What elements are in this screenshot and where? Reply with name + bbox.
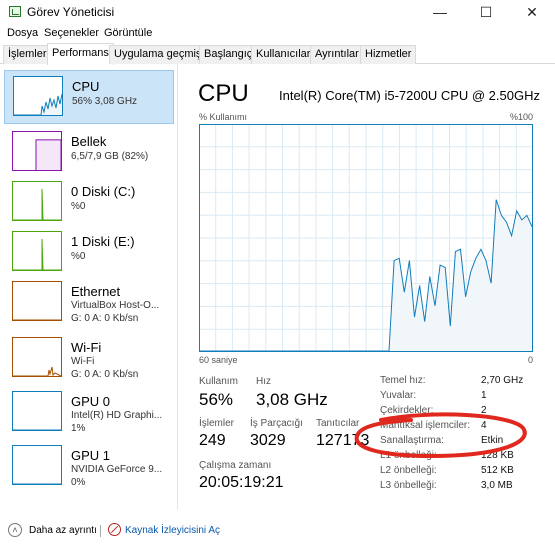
sidebar-item-cpu[interactable]: CPU 56% 3,08 GHz (4, 70, 174, 124)
sidebar-thumbnail-disk-c (12, 181, 62, 221)
sidebar-item-sub2: G: 0 A: 0 Kb/sn (71, 369, 139, 380)
info-value-l2-cache: 512 KB (481, 465, 514, 476)
uptime-value: 20:05:19:21 (199, 474, 284, 491)
panel-divider (177, 64, 178, 510)
minimize-button[interactable]: — (417, 0, 463, 24)
sidebar-item-sub: Intel(R) HD Graphi... (71, 410, 163, 421)
tab-startup[interactable]: Başlangıç (199, 45, 258, 64)
sidebar-thumbnail-ethernet (12, 281, 62, 321)
sidebar-item-gpu1[interactable]: GPU 1 NVIDIA GeForce 9... 0% (4, 440, 174, 494)
sidebar-item-wifi[interactable]: Wi-Fi Wi-Fi G: 0 A: 0 Kb/sn (4, 332, 174, 386)
sidebar-thumbnail-gpu0 (12, 391, 62, 431)
threads-value: 3029 (250, 432, 286, 449)
thumbnail-level (35, 139, 62, 171)
tab-services[interactable]: Hizmetler (360, 45, 417, 64)
sidebar-item-title: 1 Diski (E:) (71, 234, 135, 249)
tab-processes[interactable]: İşlemler (3, 45, 52, 64)
sidebar-item-sub2: 1% (71, 423, 86, 434)
sidebar-item-title: 0 Diski (C:) (71, 184, 136, 199)
sidebar-thumbnail-gpu1 (12, 445, 62, 485)
footer-bar: ˄ Daha az ayrıntı Kaynak İzleyicisini Aç (0, 518, 555, 544)
menu-bar: Dosya Seçenekler Görüntüle (0, 24, 555, 42)
thumbnail-frame (12, 445, 62, 485)
speed-value: 3,08 GHz (256, 390, 328, 409)
x-axis-right-label: 0 (528, 355, 534, 365)
processes-value: 249 (199, 432, 226, 449)
thumbnail-frame (12, 231, 62, 271)
cpu-model-name: Intel(R) Core(TM) i5-7200U CPU @ 2.50GHz (279, 88, 540, 103)
sidebar-item-sub: NVIDIA GeForce 9... (71, 464, 163, 475)
info-value-base-speed: 2,70 GHz (481, 375, 524, 386)
menu-view[interactable]: Görüntüle (104, 27, 152, 39)
tab-users[interactable]: Kullanıcılar (251, 45, 316, 64)
info-value-sockets: 1 (481, 390, 487, 401)
sidebar-item-sub2: 0% (71, 477, 86, 488)
sidebar-item-sub: %0 (71, 201, 86, 212)
speed-label: Hız (256, 376, 271, 387)
resource-monitor-icon (108, 523, 121, 536)
title-bar: Görev Yöneticisi — ☐ ✕ (0, 0, 555, 24)
menu-options[interactable]: Seçenekler (44, 27, 99, 39)
tab-app-history[interactable]: Uygulama geçmişi (109, 45, 209, 64)
sidebar-item-sub: %0 (71, 251, 86, 262)
menu-file[interactable]: Dosya (7, 27, 38, 39)
maximize-button[interactable]: ☐ (463, 0, 509, 24)
info-key-base-speed: Temel hız: (380, 375, 426, 386)
usage-label: Kullanım (199, 376, 238, 387)
y-axis-max-label: %100 (510, 112, 534, 122)
sidebar-item-sub2: G: 0 A: 0 Kb/sn (71, 313, 139, 324)
sidebar-thumbnail-disk-e (12, 231, 62, 271)
task-manager-icon (9, 6, 21, 17)
sidebar-item-sub: Wi-Fi (71, 356, 95, 367)
sidebar-thumbnail-memory (12, 131, 62, 171)
info-key-l2-cache: L2 önbelleği: (380, 465, 437, 476)
tab-performance[interactable]: Performans (47, 43, 114, 65)
usage-value: 56% (199, 390, 234, 409)
info-key-sockets: Yuvalar: (380, 390, 417, 401)
footer-separator (100, 525, 101, 537)
page-title: CPU (198, 80, 249, 107)
x-axis-left-label: 60 saniye (199, 355, 238, 365)
sidebar-thumbnail-cpu (13, 76, 63, 116)
sidebar-item-gpu0[interactable]: GPU 0 Intel(R) HD Graphi... 1% (4, 386, 174, 440)
thumbnail-frame (12, 337, 62, 377)
window-title: Görev Yöneticisi (27, 5, 115, 19)
sidebar-item-disk-c[interactable]: 0 Diski (C:) %0 (4, 176, 174, 230)
sidebar-item-title: GPU 0 (71, 394, 111, 409)
tab-details[interactable]: Ayrıntılar (310, 45, 364, 64)
chevron-up-icon[interactable]: ˄ (8, 523, 22, 537)
sidebar-item-sub: VirtualBox Host-O... (71, 300, 160, 311)
threads-label: İş Parçacığı (250, 418, 303, 429)
sidebar-item-memory[interactable]: Bellek 6,5/7,9 GB (82%) (4, 126, 174, 180)
processes-label: İşlemler (199, 418, 235, 429)
sidebar-item-sub: 56% 3,08 GHz (72, 96, 138, 107)
sidebar-item-title: GPU 1 (71, 448, 111, 463)
thumbnail-frame (12, 281, 62, 321)
thumbnail-frame (12, 181, 62, 221)
sidebar-item-title: Bellek (71, 134, 107, 149)
resource-sidebar: CPU 56% 3,08 GHz Bellek 6,5/7,9 GB (82%)… (4, 70, 174, 500)
close-button[interactable]: ✕ (509, 0, 555, 24)
uptime-label: Çalışma zamanı (199, 460, 272, 471)
info-value-l3-cache: 3,0 MB (481, 480, 513, 491)
annotation-ellipse (354, 412, 527, 459)
sidebar-item-title: Ethernet (71, 284, 121, 299)
y-axis-label: % Kullanımı (199, 112, 248, 122)
fewer-details-link[interactable]: Daha az ayrıntı (29, 525, 97, 536)
sidebar-thumbnail-wifi (12, 337, 62, 377)
tab-bar: İşlemler Performans Uygulama geçmişi Baş… (0, 43, 555, 65)
sidebar-item-title: Wi-Fi (71, 340, 102, 355)
open-resource-monitor-link[interactable]: Kaynak İzleyicisini Aç (125, 525, 220, 536)
thumbnail-frame (12, 391, 62, 431)
sidebar-item-ethernet[interactable]: Ethernet VirtualBox Host-O... G: 0 A: 0 … (4, 276, 174, 330)
sidebar-item-title: CPU (72, 79, 100, 94)
info-key-l3-cache: L3 önbelleği: (380, 480, 437, 491)
sidebar-item-disk-e[interactable]: 1 Diski (E:) %0 (4, 226, 174, 280)
sidebar-item-sub: 6,5/7,9 GB (82%) (71, 151, 149, 162)
cpu-usage-graph (199, 124, 533, 352)
